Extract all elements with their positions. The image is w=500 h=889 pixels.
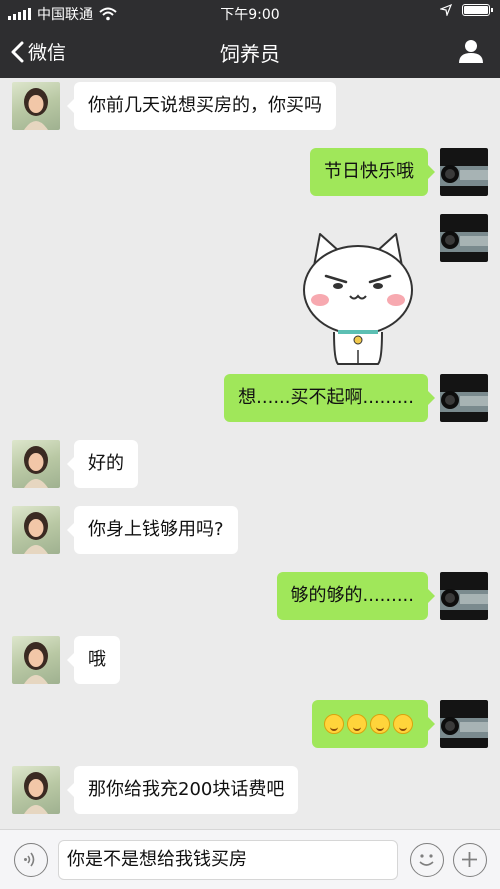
clock: 下午9:00 (220, 7, 280, 23)
more-functions-button[interactable] (453, 843, 487, 877)
grin-emoji-icon (347, 714, 367, 734)
message-input[interactable]: 你是不是想给我钱买房 (58, 840, 398, 880)
my-avatar[interactable] (440, 148, 488, 196)
message-list[interactable]: 你前几天说想买房的，你买吗 节日快乐哦 想......买不起啊.........… (0, 78, 500, 829)
smiley-icon (419, 854, 434, 866)
sent-emoji-bubble[interactable] (312, 700, 435, 748)
received-message-bubble[interactable]: 那你给我充200块话费吧 (66, 766, 299, 814)
my-avatar[interactable] (440, 214, 488, 262)
my-avatar[interactable] (440, 700, 488, 748)
received-message-bubble[interactable]: 你身上钱够用吗? (67, 506, 238, 554)
plus-icon (462, 852, 477, 867)
white-cat-sticker[interactable] (298, 228, 418, 368)
contact-avatar[interactable] (12, 506, 60, 554)
sent-message-bubble[interactable]: 够的够的......... (276, 572, 435, 620)
emoji-button[interactable] (410, 843, 444, 877)
my-avatar[interactable] (440, 374, 488, 422)
chat-header: 微信 饲养员 (0, 26, 500, 78)
contact-avatar[interactable] (12, 766, 60, 814)
grin-emoji-icon (324, 714, 344, 734)
battery-icon (462, 4, 493, 16)
received-message-bubble[interactable]: 好的 (67, 440, 138, 488)
received-message-bubble[interactable]: 哦 (67, 636, 120, 684)
grin-emoji-icon (393, 714, 413, 734)
sent-message-bubble[interactable]: 节日快乐哦 (310, 148, 435, 196)
voice-wave-icon (24, 852, 35, 867)
status-bar: 中国联通 下午9:00 (0, 0, 500, 26)
chat-title: 饲养员 (220, 42, 280, 66)
voice-input-button[interactable] (14, 843, 48, 877)
received-message-bubble[interactable]: 你前几天说想买房的，你买吗 (67, 82, 336, 130)
contact-avatar[interactable] (12, 636, 60, 684)
sent-message-bubble[interactable]: 想......买不起啊......... (224, 374, 435, 422)
contact-avatar[interactable] (12, 82, 60, 130)
my-avatar[interactable] (440, 572, 488, 620)
location-arrow-icon (440, 4, 452, 16)
grin-emoji-icon (370, 714, 390, 734)
status-icons (440, 4, 493, 16)
input-bar: 你是不是想给我钱买房 (0, 829, 500, 889)
contact-profile-icon[interactable] (458, 38, 484, 64)
contact-avatar[interactable] (12, 440, 60, 488)
